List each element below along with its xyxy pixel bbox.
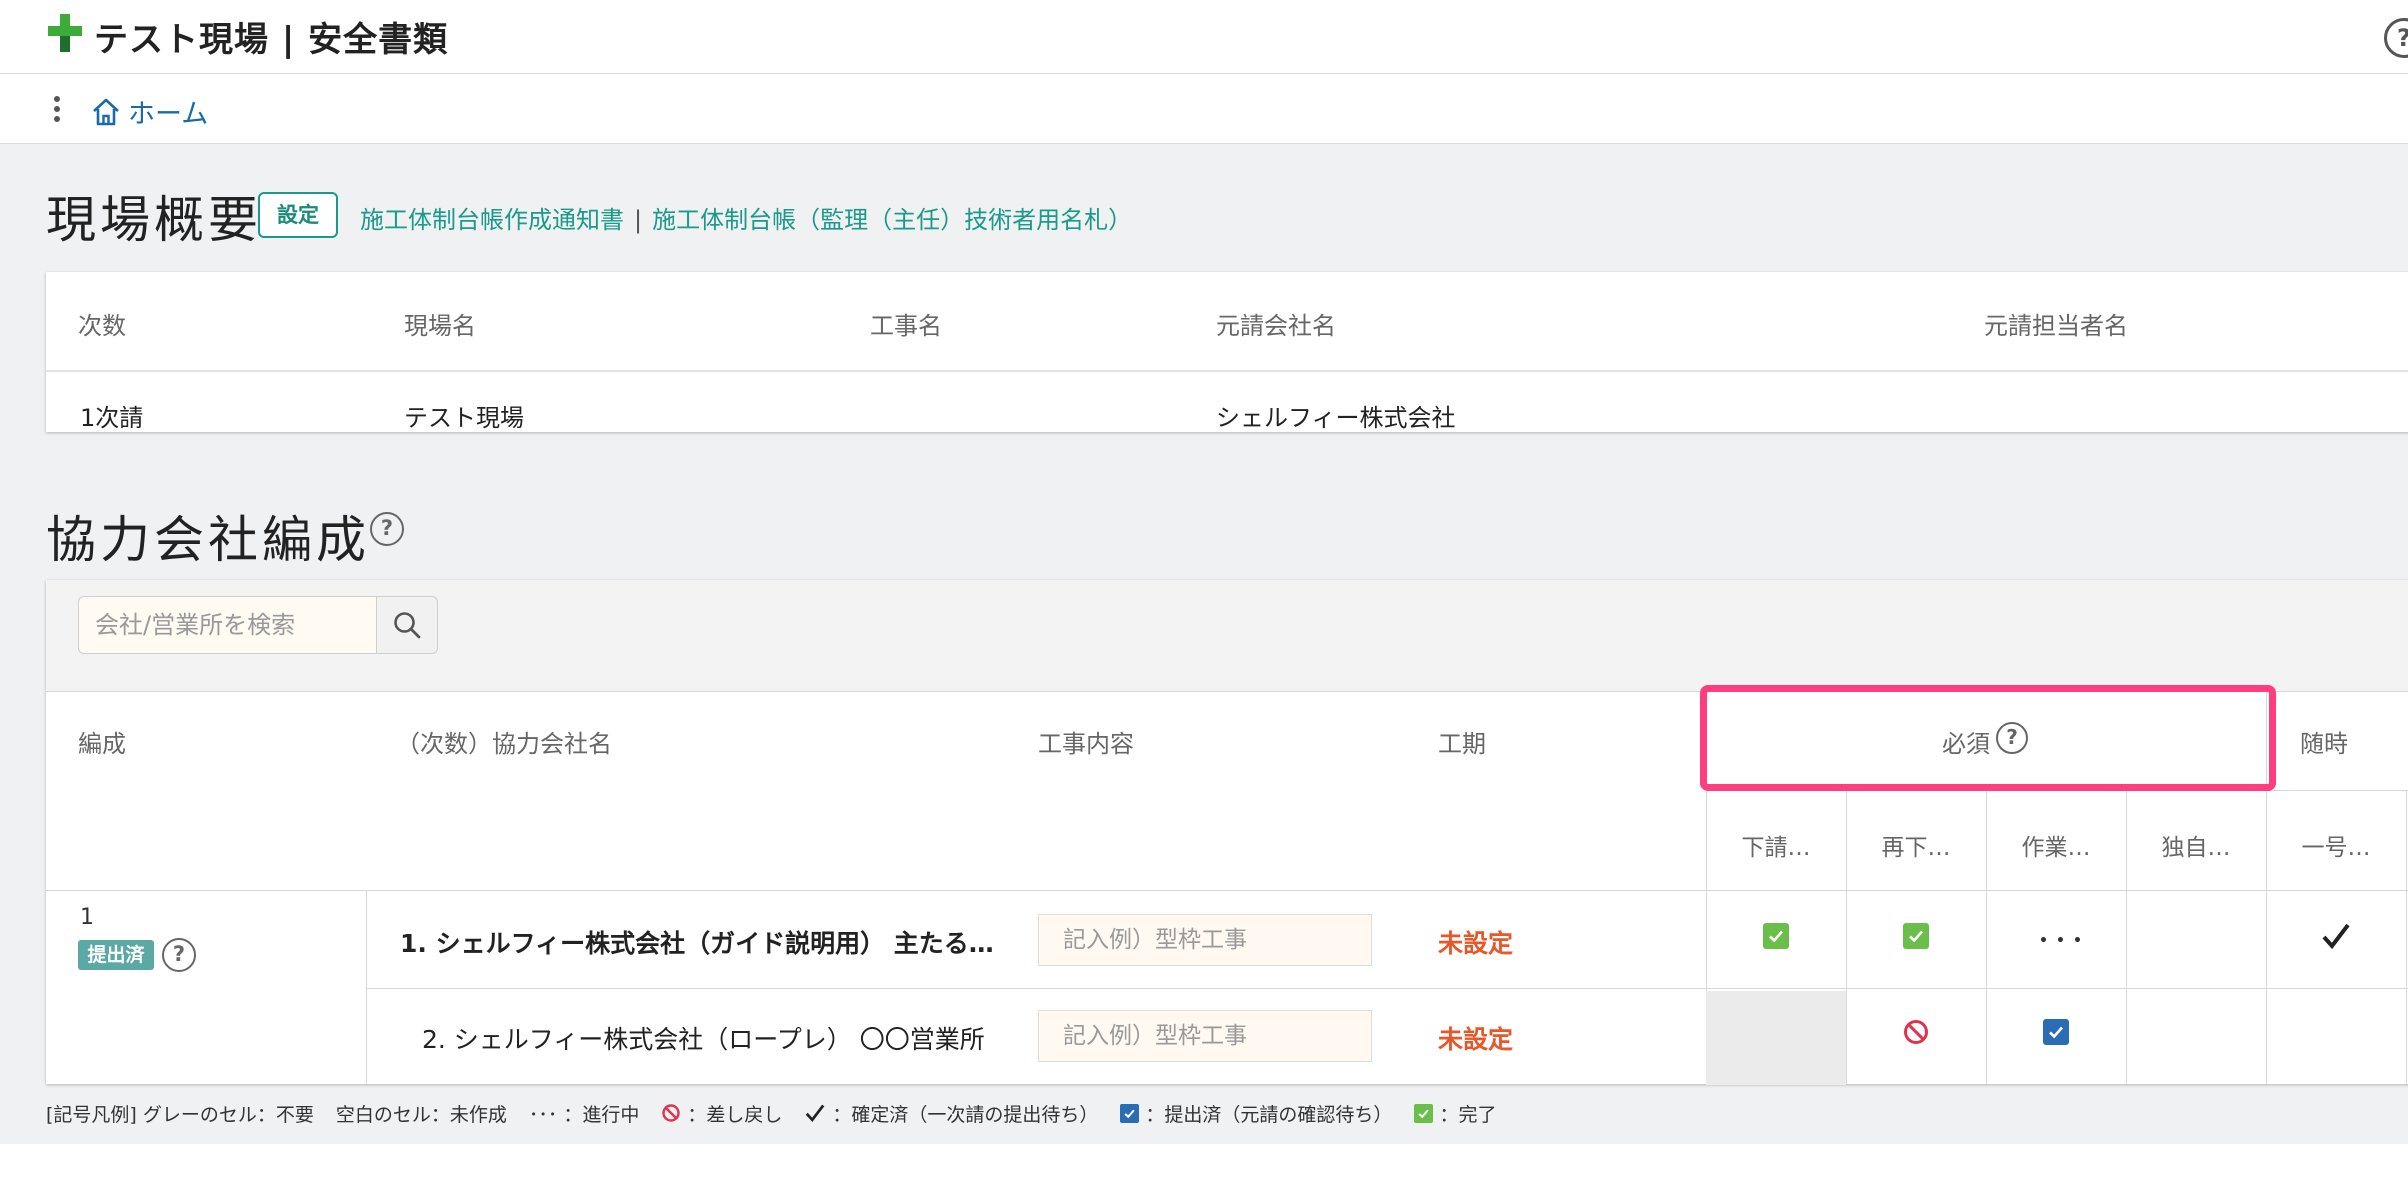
help-icon[interactable]: ? <box>2384 18 2408 58</box>
app-title: テスト現場 | 安全書類 <box>94 20 449 60</box>
search-button[interactable] <box>376 596 438 654</box>
cell-prime-company: シェルフィー株式会社 <box>1216 404 1456 432</box>
partners-title: 協力会社編成 <box>46 511 370 569</box>
search-input[interactable] <box>78 596 376 654</box>
engineer-nameplate-link[interactable]: 施工体制台帳（監理（主任）技術者用名札） <box>652 206 1132 234</box>
period-2[interactable]: 未設定 <box>1438 1020 1513 1056</box>
col-prime-company: 元請会社名 <box>1216 312 1336 340</box>
col-prime-person: 元請担当者名 <box>1984 312 2128 340</box>
subcol-0: 下請… <box>1741 835 1811 861</box>
required-highlight-box <box>1700 685 2276 791</box>
checkmark-icon[interactable] <box>2320 920 2352 952</box>
period-1[interactable]: 未設定 <box>1438 924 1513 960</box>
overview-card: 次数 現場名 工事名 元請会社名 元請担当者名 1次請 テスト現場 シェルフィー… <box>46 272 2408 432</box>
in-progress-icon: ･･･ <box>528 1103 558 1126</box>
legend-title: [記号凡例] <box>46 1103 137 1126</box>
legend-submitted: ：提出済（元請の確認待ち） <box>1145 1103 1393 1126</box>
in-progress-icon[interactable]: ･･･ <box>2036 916 2087 960</box>
work-content-input-2[interactable]: 記入例）型枠工事 <box>1038 1010 1372 1062</box>
done-checkbox-icon[interactable] <box>1763 923 1789 949</box>
subcol-4: 一号… <box>2301 835 2371 861</box>
help-icon[interactable]: ? <box>162 938 196 972</box>
not-required-cell <box>1706 991 1846 1085</box>
legend-blank: 空白のセル：未作成 <box>335 1103 507 1126</box>
link-separator: | <box>634 206 643 234</box>
done-checkbox-icon <box>1414 1103 1434 1123</box>
settings-button[interactable]: 設定 <box>258 192 338 238</box>
done-checkbox-icon[interactable] <box>1903 923 1929 949</box>
col-partner-company: （次数）協力会社名 <box>396 730 612 758</box>
cell-tier: 1次請 <box>80 404 144 432</box>
construction-notice-link[interactable]: 施工体制台帳作成通知書 <box>360 206 624 234</box>
status-badge: 提出済 <box>78 940 154 970</box>
legend-returned: ：差し戻し <box>687 1103 783 1126</box>
col-tier: 次数 <box>78 312 126 340</box>
subcol-2: 作業… <box>2021 835 2091 861</box>
green-cross-icon <box>48 14 82 52</box>
breadcrumb: ホーム <box>0 74 2408 144</box>
home-icon <box>93 98 119 125</box>
submitted-checkbox-icon <box>1120 1103 1140 1123</box>
work-content-input-1[interactable]: 記入例）型枠工事 <box>1038 914 1372 966</box>
search-box <box>78 596 438 654</box>
search-icon <box>394 612 421 639</box>
breadcrumb-home-link[interactable]: ホーム <box>90 92 208 131</box>
submitted-checkbox-icon[interactable] <box>2043 1019 2069 1045</box>
kebab-menu-icon[interactable] <box>52 96 62 124</box>
prohibited-icon[interactable] <box>1902 1018 1930 1046</box>
legend-grey: グレーのセル：不要 <box>142 1103 314 1126</box>
symbol-legend: [記号凡例] グレーのセル：不要 空白のセル：未作成 ･･･ ：進行中 ：差し戻… <box>46 1098 1518 1128</box>
group-number: 1 <box>80 905 94 930</box>
col-optional: 随時 <box>2300 730 2348 758</box>
subcol-1: 再下… <box>1881 835 1951 861</box>
subcol-3: 独自… <box>2161 835 2231 861</box>
legend-confirmed: ：確定済（一次請の提出待ち） <box>832 1103 1099 1126</box>
col-period: 工期 <box>1438 730 1486 758</box>
partner-company-1[interactable]: 1. シェルフィー株式会社（ガイド説明用） 主たる… <box>400 924 994 960</box>
breadcrumb-home-label: ホーム <box>128 99 209 130</box>
checkmark-icon <box>806 1104 825 1123</box>
overview-links: 施工体制台帳作成通知書 | 施工体制台帳（監理（主任）技術者用名札） <box>360 200 1132 235</box>
overview-title: 現場概要 <box>46 191 262 249</box>
app-header: テスト現場 | 安全書類 ? <box>0 0 2408 74</box>
overview-header: 次数 現場名 工事名 元請会社名 元請担当者名 <box>46 272 2408 372</box>
partner-company-2[interactable]: 2. シェルフィー株式会社（ロープレ） 〇〇営業所 <box>422 1020 985 1056</box>
col-site-name: 現場名 <box>404 312 476 340</box>
col-formation: 編成 <box>78 730 126 758</box>
prohibited-icon <box>662 1104 681 1122</box>
cell-site-name: テスト現場 <box>404 404 524 432</box>
legend-in-progress: ：進行中 <box>563 1103 640 1126</box>
col-work-content: 工事内容 <box>1038 730 1134 758</box>
help-icon[interactable]: ? <box>370 512 404 546</box>
legend-done: ：完了 <box>1439 1103 1497 1126</box>
col-work-name: 工事名 <box>870 312 942 340</box>
